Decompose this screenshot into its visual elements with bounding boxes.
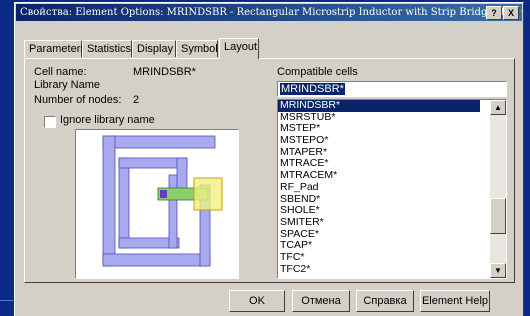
list-scrollbar[interactable]: ▲ ▼ [490, 100, 506, 278]
ok-button[interactable]: OK [229, 290, 285, 312]
scroll-down-arrow-icon[interactable]: ▼ [490, 263, 506, 278]
cancel-button[interactable]: Отмена [292, 290, 350, 312]
tab-symbol[interactable]: Symbol [176, 40, 218, 57]
layout-preview [75, 129, 239, 279]
tab-parameters[interactable]: Parameters [24, 40, 86, 57]
ignore-library-checkbox[interactable] [44, 116, 56, 128]
nodes-label: Number of nodes: [34, 94, 122, 106]
cell-name-value: MRINDSBR* [133, 66, 196, 78]
help-button[interactable]: Справка [356, 290, 414, 312]
layout-panel: Cell name: MRINDSBR* Library Name Number… [24, 58, 515, 283]
element-help-button[interactable]: Element Help [420, 290, 490, 312]
compatible-cells-list[interactable]: MRINDSBR* MSRSTUB* MSTEP* MSTEPO* MTAPER… [277, 99, 507, 279]
compatible-cells-input-value: MRINDSBR* [280, 83, 345, 95]
compatible-cells-items: MRINDSBR* MSRSTUB* MSTEP* MSTEPO* MTAPER… [278, 100, 506, 275]
inductor-layout-drawing [102, 135, 223, 267]
nodes-value: 2 [133, 94, 140, 106]
close-title-button[interactable]: X [503, 6, 519, 20]
list-item-tcap[interactable]: TCAP* [278, 240, 506, 252]
window-title: Свойства: Element Options: MRINDSBR - Re… [20, 7, 522, 18]
list-item-mstepo[interactable]: MSTEPO* [278, 134, 506, 147]
list-item-tfc2[interactable]: TFC2* [278, 263, 506, 276]
compatible-cells-label: Compatible cells [277, 66, 358, 78]
list-item-rf-pad[interactable]: RF_Pad [278, 181, 506, 194]
help-title-button[interactable]: ? [486, 6, 502, 20]
scroll-thumb[interactable] [490, 198, 506, 234]
list-item-mrindsbr[interactable]: MRINDSBR* [278, 100, 480, 112]
tab-statistics[interactable]: Statistics [82, 40, 132, 57]
title-bar[interactable]: Свойства: Element Options: MRINDSBR - Re… [16, 4, 522, 21]
cell-name-label: Cell name: [34, 66, 87, 78]
scroll-up-arrow-icon[interactable]: ▲ [490, 100, 506, 115]
tab-display[interactable]: Display [132, 40, 176, 57]
library-name-label: Library Name [34, 79, 101, 91]
ignore-library-label[interactable]: Ignore library name [60, 114, 155, 126]
list-item-smiter[interactable]: SMITER* [278, 216, 506, 229]
tab-layout[interactable]: Layout [219, 38, 259, 59]
element-options-dialog: Свойства: Element Options: MRINDSBR - Re… [14, 2, 524, 316]
list-item-space[interactable]: SPACE* [278, 228, 506, 241]
compatible-cells-input[interactable]: MRINDSBR* [277, 81, 507, 97]
list-item-tfc[interactable]: TFC* [278, 251, 506, 264]
